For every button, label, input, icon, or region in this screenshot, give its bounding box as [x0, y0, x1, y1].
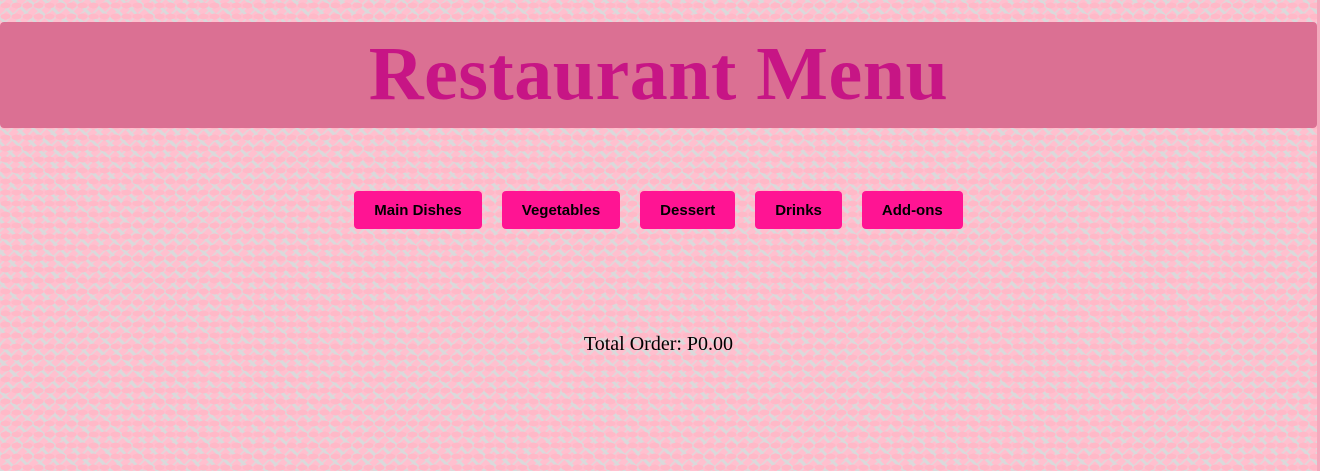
page-title: Restaurant Menu: [368, 32, 949, 116]
main-dishes-button[interactable]: Main Dishes: [354, 191, 482, 229]
add-ons-button[interactable]: Add-ons: [861, 191, 963, 229]
category-nav: Main Dishes Vegetables Dessert Drinks Ad…: [0, 191, 1317, 229]
header-banner: Restaurant Menu: [0, 22, 1317, 128]
drinks-button[interactable]: Drinks: [755, 191, 842, 229]
dessert-button[interactable]: Dessert: [640, 191, 736, 229]
vegetables-button[interactable]: Vegetables: [501, 191, 621, 229]
total-order: Total Order: P0.00: [583, 333, 734, 355]
